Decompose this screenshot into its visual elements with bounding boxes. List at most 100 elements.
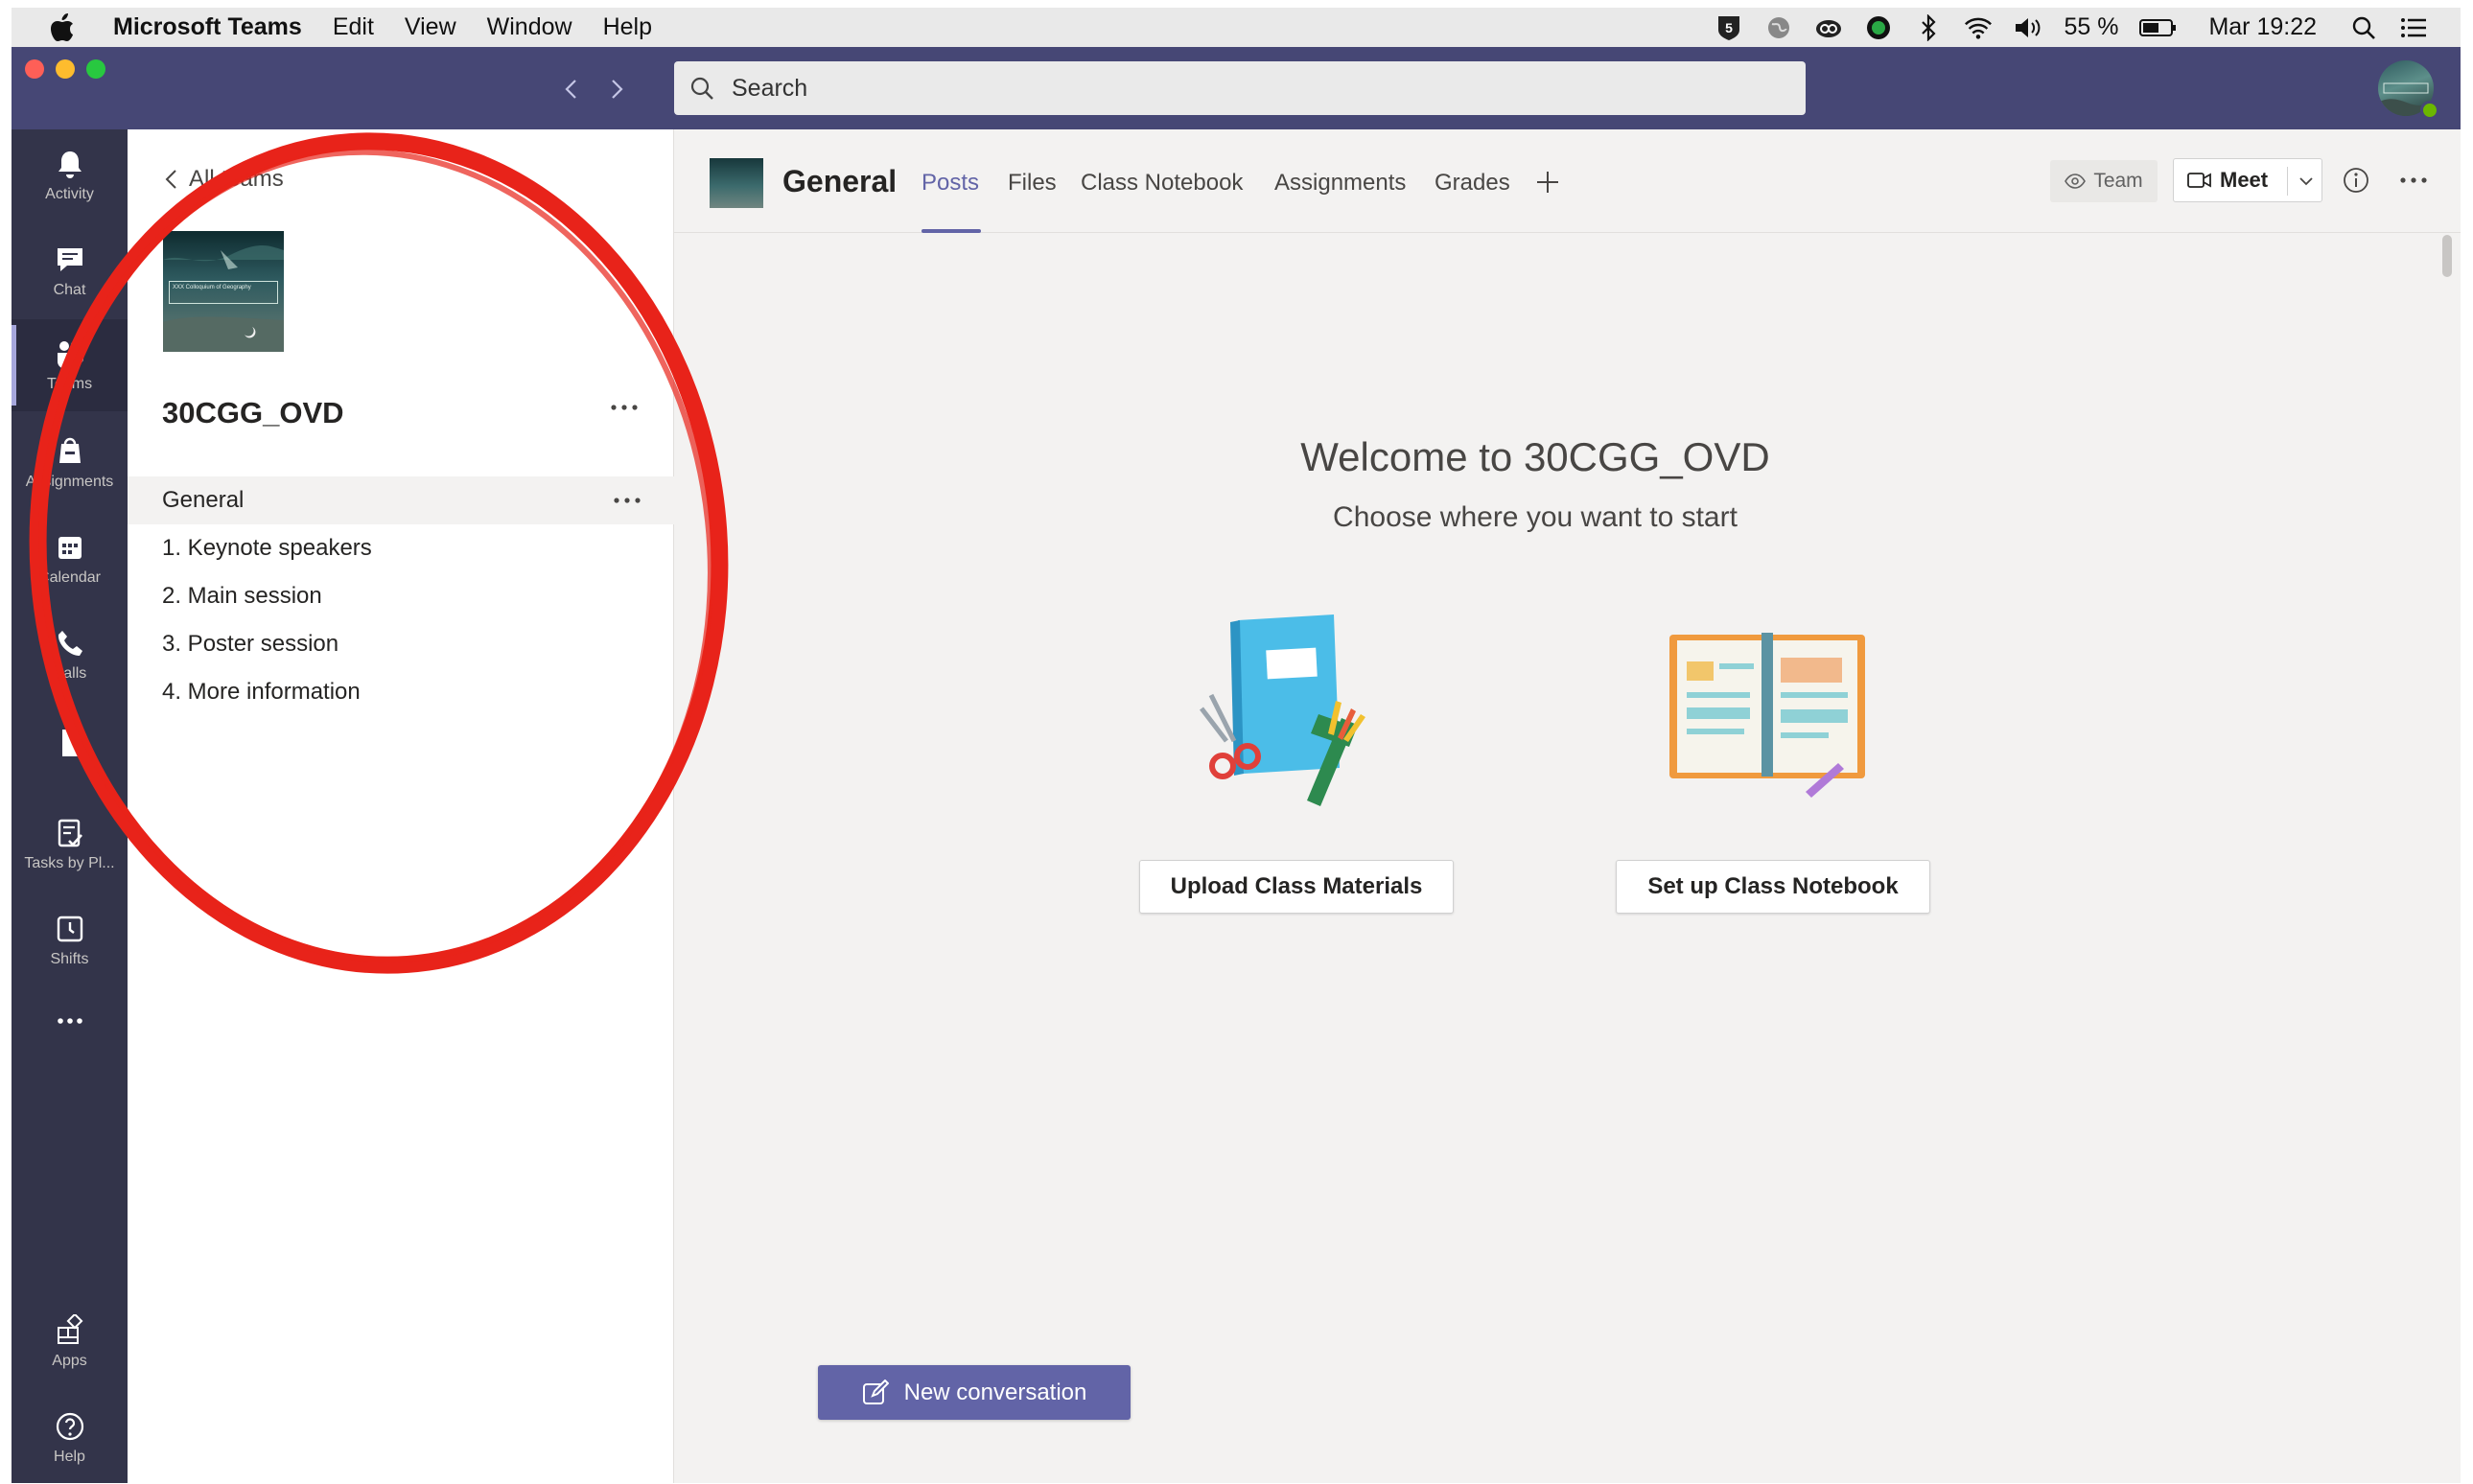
compose-icon [862,1379,889,1404]
channel-poster-session[interactable]: 3. Poster session [128,620,674,668]
channel-more-information[interactable]: 4. More information [128,668,674,716]
menu-edit[interactable]: Edit [333,13,374,41]
rail-item-chat[interactable]: Chat [12,225,128,317]
wifi-icon[interactable] [1964,13,1993,42]
channel-main-area: General Posts Files Class Notebook Assig… [674,129,2461,1483]
rail-item-activity[interactable]: Activity [12,129,128,221]
search-icon [689,73,720,104]
presence-available-icon [2420,101,2439,120]
class-materials-illustration [1200,614,1365,806]
notification-center-icon[interactable] [2399,13,2428,42]
assignments-icon [58,437,81,463]
team-image[interactable]: XXX Colloquium of Geography [163,231,284,352]
tab-files[interactable]: Files [1008,170,1057,197]
rail-item-files[interactable] [12,697,128,789]
menu-view[interactable]: View [405,13,456,41]
new-conversation-button[interactable]: New conversation [818,1365,1131,1420]
rail-item-tasks[interactable]: Tasks by Pl... [12,799,128,891]
files-icon [61,730,79,756]
search-input[interactable] [730,73,1785,104]
rail-item-teams[interactable]: Teams [12,319,128,411]
channel-label: 3. Poster session [162,631,339,657]
header-more-options-icon[interactable] [2395,164,2432,197]
rail-label: Calls [52,665,87,682]
channel-label: General [162,487,245,513]
window-close-button[interactable] [25,59,44,79]
all-teams-back-link[interactable]: All teams [164,166,284,193]
team-view-button[interactable]: Team [2050,160,2158,202]
calendar-icon [58,537,82,559]
rail-item-assignments[interactable]: Assignments [12,417,128,509]
chevron-left-icon [165,170,176,189]
more-apps-icon [57,1018,82,1024]
active-tab-indicator [922,229,981,233]
meet-button[interactable]: Meet [2173,158,2322,202]
rail-label: Shifts [50,951,89,967]
apple-icon[interactable] [46,12,79,42]
team-more-options-icon[interactable] [607,390,642,425]
battery-percent: 55 % [2064,13,2119,40]
help-icon [56,1412,83,1441]
tab-class-notebook[interactable]: Class Notebook [1081,170,1243,197]
tasks-icon [58,819,82,847]
green-status-icon[interactable] [1864,13,1893,42]
channel-keynote-speakers[interactable]: 1. Keynote speakers [128,524,674,572]
chat-icon [57,248,82,271]
teams-title-bar [12,47,2461,129]
rail-item-apps[interactable]: Apps [12,1296,128,1388]
back-arrow-icon[interactable] [554,73,587,105]
menu-help[interactable]: Help [603,13,652,41]
video-camera-icon [2187,173,2211,188]
rail-item-help[interactable]: Help [12,1392,128,1484]
bluetooth-icon[interactable] [1914,13,1943,42]
scrollbar-thumb[interactable] [2442,235,2452,277]
add-tab-plus-icon[interactable] [1531,166,1564,198]
menu-window[interactable]: Window [487,13,572,41]
search-box[interactable] [674,61,1806,115]
rail-item-more-apps[interactable] [12,975,128,1067]
svg-text:5: 5 [1726,20,1734,35]
team-name: 30CGG_OVD [162,396,344,429]
chevron-down-icon[interactable] [2293,165,2320,197]
welcome-title: Welcome to 30CGG_OVD [1300,434,1770,479]
shield-status-icon[interactable]: 5 [1715,13,1743,42]
spotlight-search-icon[interactable] [2349,13,2378,42]
info-icon[interactable] [2340,164,2372,197]
channel-label: 4. More information [162,679,361,705]
tab-posts[interactable]: Posts [922,170,979,197]
tab-grades[interactable]: Grades [1435,170,1510,197]
forward-arrow-icon[interactable] [601,73,634,105]
menu-app-name[interactable]: Microsoft Teams [113,13,302,41]
set-up-class-notebook-button[interactable]: Set up Class Notebook [1616,860,1930,914]
team-button-label: Team [2093,170,2143,192]
shifts-icon [57,916,82,942]
rail-item-calls[interactable]: Calls [12,609,128,701]
window-zoom-button[interactable] [86,59,105,79]
channel-label: 2. Main session [162,583,322,609]
rail-label: Calendar [38,569,101,586]
tab-assignments[interactable]: Assignments [1274,170,1406,197]
new-conversation-label: New conversation [903,1379,1087,1405]
channel-label: 1. Keynote speakers [162,535,372,561]
welcome-subtitle: Choose where you want to start [1333,501,1738,533]
rail-item-calendar[interactable]: Calendar [12,513,128,605]
battery-icon[interactable] [2139,13,2178,42]
eye-icon [2065,174,2087,189]
volume-icon[interactable] [2014,13,2042,42]
creative-cloud-icon[interactable] [1814,13,1843,42]
upload-class-materials-button[interactable]: Upload Class Materials [1139,860,1454,914]
channel-main-session[interactable]: 2. Main session [128,572,674,620]
rail-label: Tasks by Pl... [24,855,115,871]
rail-label: Activity [45,186,94,202]
rail-label: Apps [52,1353,87,1369]
channel-title: General [782,164,898,198]
window-minimize-button[interactable] [56,59,75,79]
channel-general[interactable]: General [128,476,674,524]
clock-text[interactable]: Mar 19:22 [2208,13,2317,41]
globe-status-icon[interactable] [1764,13,1793,42]
teams-icon [57,341,83,369]
channel-team-thumbnail [710,158,763,208]
rail-item-shifts[interactable]: Shifts [12,894,128,986]
rail-label: Chat [53,282,86,298]
channel-more-options-icon[interactable] [613,476,642,524]
